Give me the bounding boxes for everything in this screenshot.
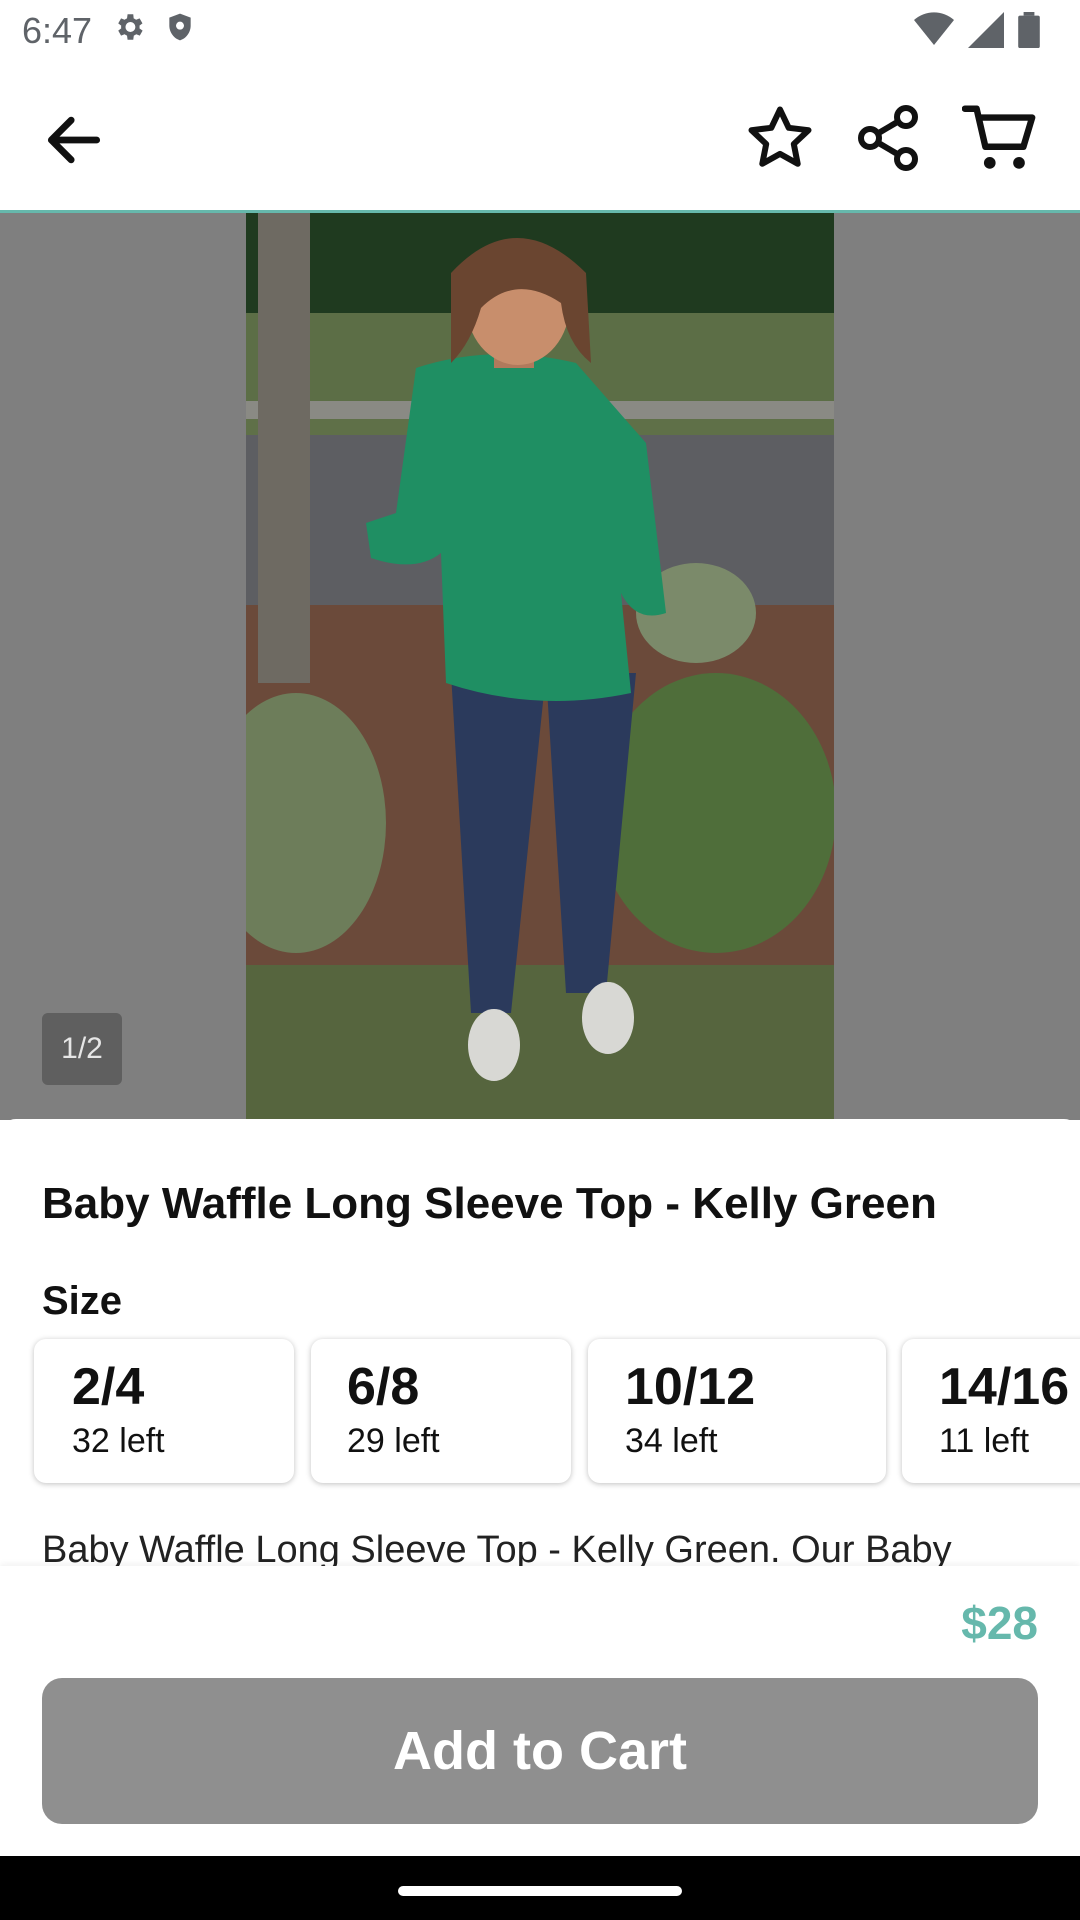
add-to-cart-button[interactable]: Add to Cart [42, 1678, 1038, 1824]
product-description: Baby Waffle Long Sleeve Top - Kelly Gree… [42, 1529, 952, 1569]
cell-signal-icon [968, 12, 1004, 57]
status-icons-right [914, 12, 1040, 57]
status-bar: 6:47 [0, 0, 1080, 62]
purchase-footer: $28 Add to Cart [0, 1566, 1080, 1856]
size-option[interactable]: 6/8 29 left [311, 1339, 571, 1483]
share-icon [858, 105, 918, 171]
back-button[interactable] [40, 106, 108, 174]
size-stock: 32 left [72, 1422, 165, 1460]
shield-icon [164, 10, 196, 53]
product-title: Baby Waffle Long Sleeve Top - Kelly Gree… [42, 1179, 937, 1228]
size-name: 6/8 [347, 1358, 420, 1416]
product-image-gallery[interactable]: 1/2 [0, 213, 1080, 1120]
star-icon [748, 106, 812, 167]
size-stock: 29 left [347, 1422, 440, 1460]
system-nav-bar [0, 1856, 1080, 1920]
wifi-icon [914, 12, 954, 57]
size-option[interactable]: 14/16 11 left [902, 1339, 1080, 1483]
gear-icon [112, 10, 146, 53]
cart-icon [961, 105, 1036, 169]
favorite-button[interactable] [744, 102, 816, 174]
status-icons-left [112, 10, 196, 53]
product-detail-screen: 6:47 1/2 Baby Waffle Long Sleeve Top - K… [0, 0, 1080, 1920]
size-stock: 34 left [625, 1422, 718, 1460]
size-name: 10/12 [625, 1358, 756, 1416]
image-counter: 1/2 [42, 1013, 122, 1085]
size-option[interactable]: 2/4 32 left [34, 1339, 294, 1483]
share-button[interactable] [852, 102, 924, 174]
back-arrow-icon [47, 116, 101, 164]
home-indicator[interactable] [398, 1886, 682, 1896]
app-bar [0, 62, 1080, 213]
size-option[interactable]: 10/12 34 left [588, 1339, 886, 1483]
size-label: Size [42, 1279, 123, 1323]
battery-icon [1018, 12, 1040, 57]
product-photo [246, 213, 834, 1120]
product-price: $28 [961, 1597, 1038, 1649]
size-name: 14/16 [939, 1358, 1070, 1416]
status-time: 6:47 [22, 10, 93, 51]
cart-button[interactable] [961, 102, 1040, 174]
product-info-sheet: Baby Waffle Long Sleeve Top - Kelly Gree… [0, 1119, 1080, 1569]
size-name: 2/4 [72, 1358, 145, 1416]
size-stock: 11 left [939, 1422, 1030, 1460]
